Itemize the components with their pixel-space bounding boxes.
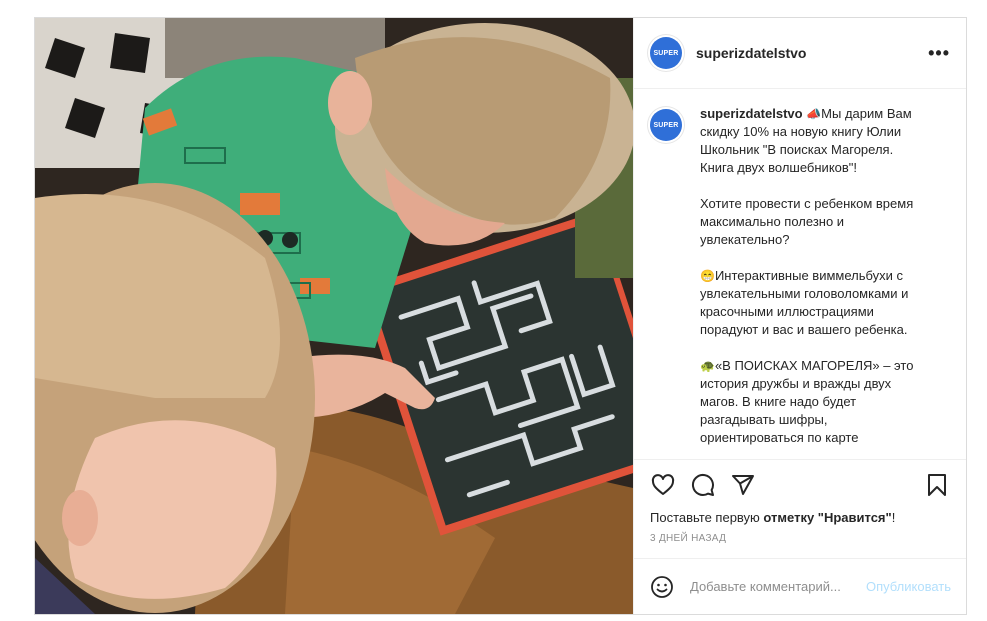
action-bar xyxy=(634,460,966,500)
megaphone-icon: 📣 xyxy=(806,107,822,121)
caption-paragraph: 😁Интерактивные виммельбухи с увлекательн… xyxy=(700,267,928,339)
caption-avatar[interactable]: SUPER xyxy=(650,109,682,141)
caption-paragraph: 🐢«В ПОИСКАХ МАГОРЕЛЯ» – это история друж… xyxy=(700,357,928,447)
comment-bar: Опубликовать xyxy=(634,558,966,614)
turtle-emoji-icon: 🐢 xyxy=(700,359,715,373)
post-timestamp[interactable]: 3 ДНЕЙ НАЗАД xyxy=(634,525,966,558)
caption-area: SUPER superizdatelstvo 📣Мы дарим Вам ски… xyxy=(634,89,966,459)
comment-input[interactable] xyxy=(690,579,866,594)
post-sidebar: SUPER superizdatelstvo ••• SUPER superiz… xyxy=(633,18,966,614)
header-username[interactable]: superizdatelstvo xyxy=(696,45,806,61)
likes-link[interactable]: отметку "Нравится" xyxy=(763,510,891,525)
avatar[interactable]: SUPER xyxy=(650,37,682,69)
caption-paragraph-text: Хотите провести с ребенком время максима… xyxy=(700,196,914,247)
more-horizontal-icon[interactable]: ••• xyxy=(928,43,950,64)
smile-icon[interactable] xyxy=(650,575,674,599)
grin-emoji-icon: 😁 xyxy=(700,269,715,283)
caption-text: superizdatelstvo 📣Мы дарим Вам скидку 10… xyxy=(700,105,928,459)
likes-prefix: Поставьте первую xyxy=(650,510,764,525)
likes-suffix: ! xyxy=(891,510,896,525)
post-photo[interactable] xyxy=(35,18,633,614)
post-footer: Поставьте первую отметку "Нравится"! 3 Д… xyxy=(634,459,966,614)
share-icon[interactable] xyxy=(730,472,756,498)
publish-button[interactable]: Опубликовать xyxy=(866,579,951,594)
heart-icon[interactable] xyxy=(650,472,676,498)
instagram-post: SUPER superizdatelstvo ••• SUPER superiz… xyxy=(34,17,967,615)
post-photo-illustration xyxy=(35,18,633,614)
comment-icon[interactable] xyxy=(690,472,716,498)
post-header: SUPER superizdatelstvo ••• xyxy=(634,18,966,89)
caption-paragraph-text: Интерактивные виммельбухи с увлекательны… xyxy=(700,268,909,337)
caption-paragraph: Хотите провести с ребенком время максима… xyxy=(700,195,928,249)
caption-username[interactable]: superizdatelstvo xyxy=(700,106,803,121)
avatar-logo-text: SUPER xyxy=(653,49,679,57)
avatar-logo-text: SUPER xyxy=(653,121,679,129)
caption-paragraph-text: «В ПОИСКАХ МАГОРЕЛЯ» – это история дружб… xyxy=(700,358,914,445)
likes-text: Поставьте первую отметку "Нравится"! xyxy=(634,500,966,525)
bookmark-icon[interactable] xyxy=(924,472,950,498)
caption-paragraph: superizdatelstvo 📣Мы дарим Вам скидку 10… xyxy=(700,105,928,177)
